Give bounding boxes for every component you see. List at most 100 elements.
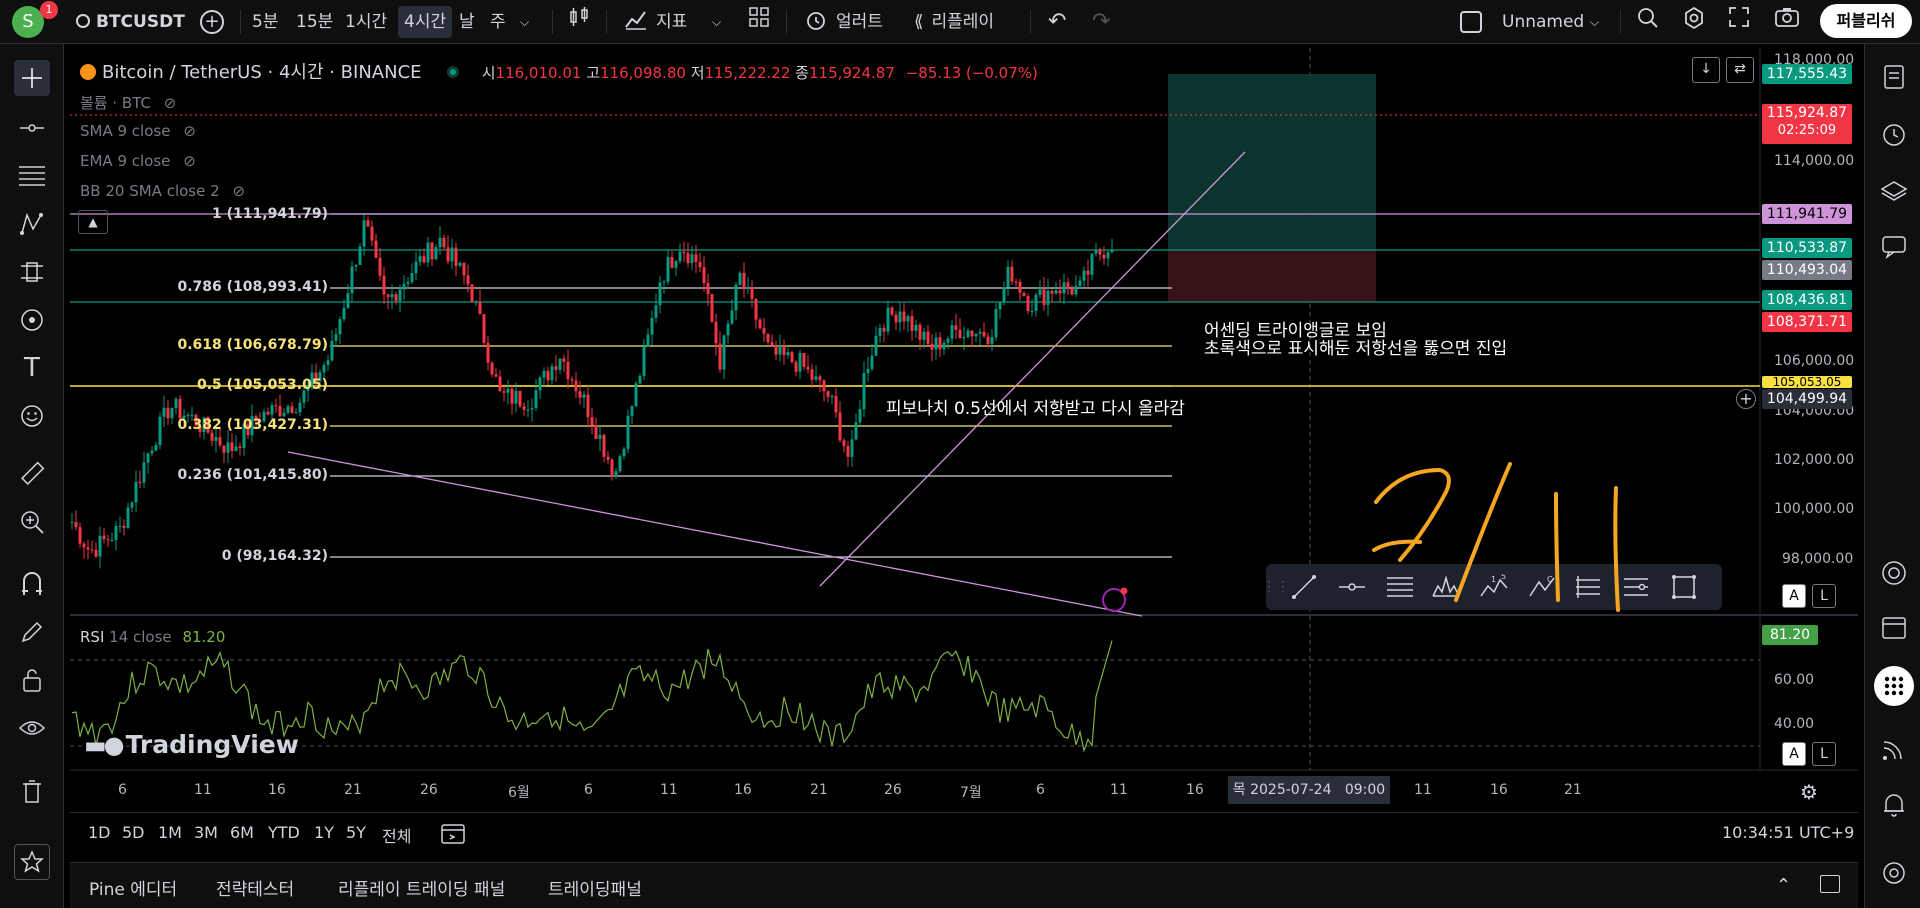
range-4[interactable]: 3M (194, 823, 218, 842)
candle-body (106, 539, 110, 541)
candle-body (406, 281, 410, 284)
notification-bell-icon[interactable] (1877, 788, 1911, 822)
rsi-auto-scale-button[interactable]: A (1782, 742, 1806, 766)
candle-body (942, 342, 946, 350)
range-2[interactable]: 5D (122, 823, 145, 842)
tab-strategy-tester[interactable]: 전략테스터 (216, 875, 294, 900)
drag-handle-icon[interactable]: ⋮⋮ (1262, 572, 1290, 602)
goto-date-icon[interactable] (440, 821, 466, 849)
range-3[interactable]: 1M (158, 823, 182, 842)
broadcast-icon[interactable] (1877, 732, 1911, 766)
range-5[interactable]: 6M (230, 823, 254, 842)
legend-bb[interactable]: BB 20 SMA close 2 ⊘ (80, 182, 245, 200)
annotation-fib-note[interactable]: 피보나치 0.5선에서 저항받고 다시 올라감 (886, 394, 1185, 419)
last-price-tag: 115,924.87 02:25:09 (1762, 104, 1852, 144)
tab-pine-editor[interactable]: Pine 에디터 (89, 875, 177, 900)
tab-replay-trading[interactable]: 리플레이 트레이딩 패널 (338, 875, 505, 900)
candle-body (446, 247, 450, 262)
range-8[interactable]: 5Y (346, 823, 366, 842)
candle-body (722, 335, 726, 370)
candle-body (382, 275, 386, 295)
target-icon[interactable] (1877, 556, 1911, 590)
eye-hidden-icon[interactable]: ⊘ (232, 182, 245, 200)
candle-body (910, 316, 914, 331)
legend-sma[interactable]: SMA 9 close ⊘ (80, 122, 196, 140)
chart-settings-gear-icon[interactable]: ⚙ (1800, 780, 1818, 804)
range-6[interactable]: YTD (268, 823, 300, 842)
auto-scale-button[interactable]: A (1782, 584, 1806, 608)
candle-body (474, 301, 478, 303)
candle-body (342, 307, 346, 320)
candle-body (574, 380, 578, 392)
candle-body (222, 445, 226, 453)
candle-body (622, 448, 626, 457)
legend-volume[interactable]: 볼륨 · BTC ⊘ (80, 92, 176, 113)
candle-body (410, 273, 414, 282)
legend-ema[interactable]: EMA 9 close ⊘ (80, 152, 196, 170)
candle-body (930, 343, 934, 350)
favorites-star-icon[interactable] (14, 844, 50, 880)
clock-timezone[interactable]: 10:34:51 UTC+9 (1722, 823, 1854, 842)
log-scale-button[interactable]: L (1812, 584, 1836, 608)
collapse-panel-icon[interactable]: ⌃ (1776, 875, 1791, 896)
alerts-clock-icon[interactable] (1877, 118, 1911, 152)
candle-body (726, 323, 730, 336)
collapse-legend-button[interactable]: ▲ (78, 210, 108, 234)
candle-body (606, 456, 610, 460)
chart-title[interactable]: Bitcoin / TetherUS · 4시간 · BINANCE (102, 62, 422, 83)
candle-body (870, 355, 874, 369)
candle-body (858, 409, 862, 423)
apps-grid-icon[interactable] (1874, 666, 1914, 706)
candle-body (398, 289, 402, 302)
tv-logo-icon: ▬● (84, 731, 125, 759)
range-7[interactable]: 1Y (314, 823, 334, 842)
candle-body (1086, 270, 1090, 275)
add-alert-plus-icon[interactable]: + (1736, 389, 1756, 409)
candle-body (230, 442, 234, 452)
maximize-panel-icon[interactable] (1820, 875, 1840, 893)
time-tick: 11 (1414, 782, 1432, 798)
chart-reset-icon[interactable]: ⇄ (1726, 57, 1754, 83)
chat-icon[interactable] (1877, 230, 1911, 264)
eye-hidden-icon[interactable]: ⊘ (183, 152, 196, 170)
range-9[interactable]: 전체 (382, 823, 411, 847)
trend-line-icon[interactable] (1288, 572, 1320, 602)
candle-body (902, 311, 906, 322)
annotation-triangle-2[interactable]: 초록색으로 표시해둔 저항선을 뚫으면 진입 (1204, 334, 1507, 359)
candle-body (290, 406, 294, 413)
candle-body (1022, 292, 1026, 297)
candle-body (274, 405, 278, 407)
candle-body (1026, 296, 1030, 312)
time-tick: 11 (1110, 782, 1128, 798)
eye-hidden-icon[interactable]: ⊘ (164, 94, 177, 112)
range-1[interactable]: 1D (88, 823, 111, 842)
rsi-legend[interactable]: RSI 14 close 81.20 (80, 628, 225, 646)
candle-body (922, 331, 926, 340)
handwritten-date-drawing[interactable] (1360, 450, 1640, 620)
tab-trading-panel[interactable]: 트레이딩패널 (548, 875, 642, 900)
candle-body (714, 321, 718, 344)
candle-body (1054, 290, 1058, 294)
candle-body (82, 543, 86, 548)
candle-body (806, 366, 810, 370)
candle-body (1006, 266, 1010, 288)
scroll-to-bottom-icon[interactable]: ↓ (1692, 57, 1720, 83)
candle-body (418, 256, 422, 262)
candle-body (326, 360, 330, 366)
time-axis[interactable]: 6111621266월6111621267월611168월6111621 (70, 776, 1770, 806)
rsi-log-scale-button[interactable]: L (1812, 742, 1836, 766)
market-status-icon[interactable] (446, 66, 459, 78)
candle-body (462, 262, 466, 276)
watchlist-icon[interactable] (1877, 60, 1911, 94)
candle-body (1014, 281, 1018, 283)
candle-body (298, 402, 302, 413)
help-icon[interactable] (1877, 856, 1911, 890)
calendar-icon[interactable] (1877, 610, 1911, 644)
candle-body (630, 406, 634, 416)
time-tick: 11 (194, 782, 212, 798)
layers-icon[interactable] (1877, 174, 1911, 208)
price-axis-label: 106,000.00 (1774, 353, 1855, 369)
eye-hidden-icon[interactable]: ⊘ (183, 122, 196, 140)
candle-body (322, 365, 326, 373)
rectangle-icon[interactable] (1668, 572, 1700, 602)
